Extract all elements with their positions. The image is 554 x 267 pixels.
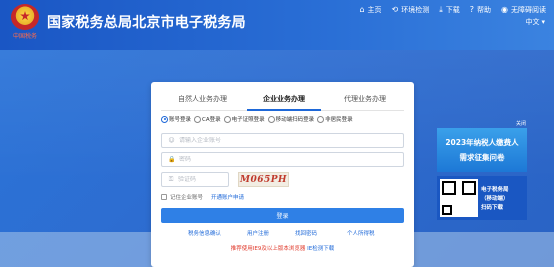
nav-download-label: 下载 [445,6,460,14]
tab-agent[interactable]: 代理业务办理 [344,94,386,104]
radio-label: 电子证照登录 [231,117,265,123]
top-nav: ⌂ 主页 ⟲ 环境检测 ⤓ 下载 ? 帮助 ◉ 无障碍阅读 [359,5,546,15]
home-icon: ⌂ [359,5,365,14]
shield-icon: ⚿ [168,175,174,183]
radio-e-license-login[interactable]: 电子证照登录 [223,115,265,123]
recommend-text: 推荐使用IE9及以上版本浏览器 [230,246,308,252]
user-icon: ☺ [168,137,175,144]
app-line-3: 扫码下载 [481,205,504,211]
login-tabs: 自然人业务办理 企业业务办理 代理业务办理 [151,90,414,111]
radio-label: CA登录 [202,117,221,123]
radio-label: 非居民登录 [325,117,353,123]
nav-help-label: 帮助 [477,6,492,14]
qr-code-image [440,179,478,217]
survey-title: 2023年纳税人缴费人 [445,138,519,147]
auxiliary-links: 税务信息确认 用户注册 找回密码 个人所得税 [151,229,414,239]
link-tax-info-confirm[interactable]: 税务信息确认 [188,229,221,237]
nav-home[interactable]: ⌂ 主页 [359,5,381,15]
radio-dot [267,115,275,123]
link-register[interactable]: 用户注册 [247,229,269,237]
captcha-image[interactable]: M065PH [238,172,289,187]
banner-close-button[interactable]: 关闭 [516,120,526,127]
language-label: 中文 [525,18,540,26]
password-field: 🔒 [161,152,404,167]
emblem-caption: 中国税务 [12,33,37,40]
tax-emblem-logo [11,4,39,30]
lock-icon: 🔒 [168,156,176,163]
remember-row: 记住企业账号 开通账户申请 [161,193,244,201]
detect-icon: ⟲ [391,5,399,14]
captcha-input[interactable] [178,176,228,183]
nav-accessibility[interactable]: ◉ 无障碍阅读 [501,5,546,15]
side-banner: 2023年纳税人缴费人 需求征集问卷 电子税务局 （移动端） 扫码下载 [437,118,527,220]
captcha-field: ⚿ [161,172,229,187]
app-download-text: 电子税务局 （移动端） 扫码下载 [481,185,509,211]
app-download-banner[interactable]: 电子税务局 （移动端） 扫码下载 [437,176,527,220]
nav-env-check[interactable]: ⟲ 环境检测 [392,5,430,15]
tab-enterprise[interactable]: 企业业务办理 [263,94,305,104]
radio-non-resident-login[interactable]: 非居民登录 [317,115,353,123]
tab-active-indicator [247,109,321,111]
nav-home-label: 主页 [367,6,382,14]
nav-accessibility-label: 无障碍阅读 [511,6,546,14]
radio-mobile-scan-login[interactable]: 移动端扫码登录 [267,115,315,123]
radio-ca-login[interactable]: CA登录 [194,115,221,123]
login-method-group: 账号登录 CA登录 电子证照登录 移动端扫码登录 非居民登录 [161,115,353,123]
help-icon: ? [469,5,475,14]
survey-banner[interactable]: 2023年纳税人缴费人 需求征集问卷 [437,128,527,172]
account-field: ☺ [161,133,404,148]
login-card: 自然人业务办理 企业业务办理 代理业务办理 账号登录 CA登录 电子证照登录 移… [151,82,414,267]
site-title: 国家税务总局北京市电子税务局 [47,15,246,31]
remember-label: 记住企业账号 [170,195,204,201]
radio-dot [161,115,168,123]
language-select[interactable]: 中文 ▾ [525,17,545,27]
open-account-link[interactable]: 开通账户申请 [211,193,244,201]
radio-dot [194,115,202,123]
survey-subtitle: 需求征集问卷 [459,153,505,162]
browser-recommendation: 推荐使用IE9及以上版本浏览器 IE检测下载 [151,244,414,252]
radio-dot [317,115,325,123]
radio-account-login[interactable]: 账号登录 [161,115,191,123]
link-individual-income-tax[interactable]: 个人所得税 [347,229,375,237]
account-input[interactable] [179,137,379,144]
radio-dot [223,115,231,123]
app-line-1: 电子税务局 [481,187,509,193]
tab-personal[interactable]: 自然人业务办理 [178,94,227,104]
eye-icon: ◉ [501,5,508,14]
password-input[interactable] [179,156,379,163]
nav-download[interactable]: ⤓ 下载 [439,5,460,15]
site-header: 中国税务 国家税务总局北京市电子税务局 ⌂ 主页 ⟲ 环境检测 ⤓ 下载 ? 帮… [0,0,554,50]
link-recover-password[interactable]: 找回密码 [295,229,317,237]
login-button[interactable]: 登录 [161,208,404,223]
remember-checkbox[interactable] [161,194,167,200]
ie-check-download-link[interactable]: IE检测下载 [307,246,334,252]
chevron-down-icon: ▾ [541,18,545,26]
radio-label: 移动端扫码登录 [275,117,315,123]
radio-label: 账号登录 [169,117,192,123]
nav-env-check-label: 环境检测 [401,6,430,14]
nav-help[interactable]: ? 帮助 [470,5,491,15]
app-line-2: （移动端） [481,196,509,202]
download-icon: ⤓ [439,5,443,14]
